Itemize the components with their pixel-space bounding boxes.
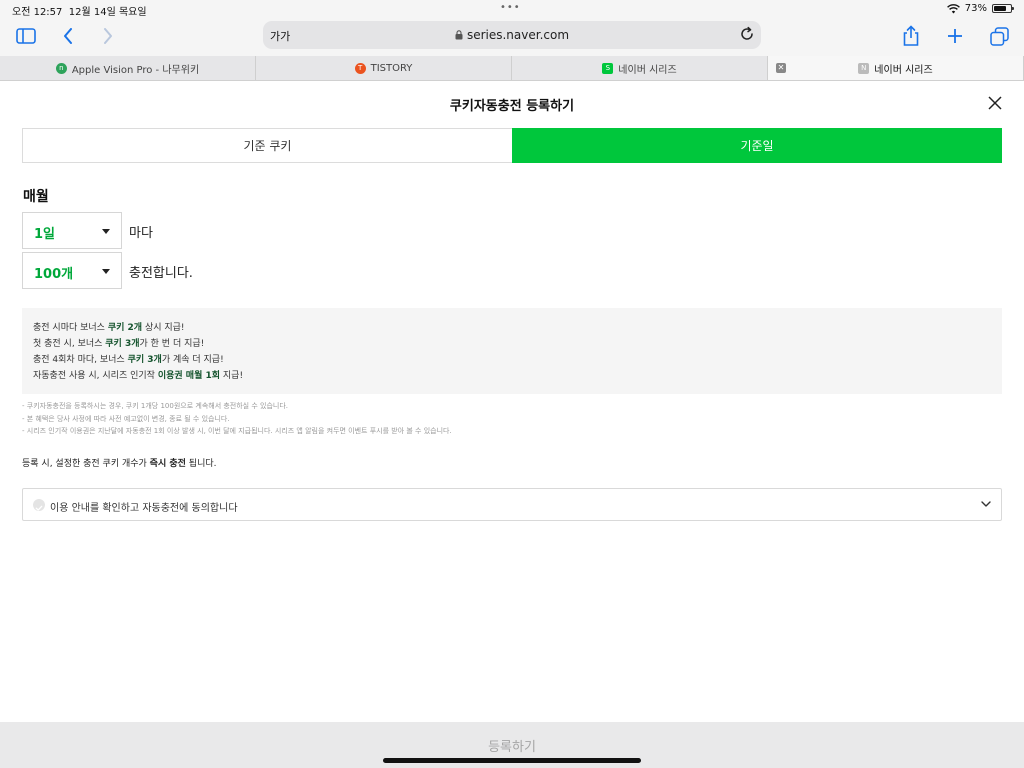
browser-toolbar: 가가 series.naver.com [0,18,1024,56]
lock-icon [455,30,463,40]
tab-title: 네이버 시리즈 [874,64,933,76]
battery-icon [992,4,1014,13]
tab-title: 네이버 시리즈 [618,64,677,76]
forward-icon[interactable] [96,24,120,48]
tistory-icon: T [354,62,366,74]
home-indicator[interactable] [383,758,641,763]
battery-percent: 73% [964,3,987,14]
battery-fill [994,6,1006,11]
browser-tab-tistory[interactable]: T TISTORY [256,56,512,80]
bottom-bar: 등록하기 [0,722,1024,768]
browser-tab-bar: n Apple Vision Pro - 나무위키 T TISTORY S 네이… [0,56,1024,81]
url-text: series.naver.com [466,28,570,42]
bonus-info-line: 충전 4회차 마다, 보너스 쿠키 3개가 계속 더 지급! [33,355,224,365]
tab-overview-icon[interactable] [987,24,1011,48]
close-tab-icon[interactable]: ✕ [776,63,786,73]
browser-tab-naver-series[interactable]: S 네이버 시리즈 [512,56,768,80]
tab-title: TISTORY [370,62,413,74]
wifi-icon [946,3,960,13]
bonus-info-box: 충전 시마다 보너스 쿠키 2개 상시 지급! 첫 충전 시, 보너스 쿠키 3… [22,308,1002,394]
browser-tab-namuwiki[interactable]: n Apple Vision Pro - 나무위키 [0,56,256,80]
status-right: 73% [946,3,1014,14]
agree-checkbox[interactable] [33,499,45,511]
day-select-value: 1일 [34,227,56,242]
register-button[interactable]: 등록하기 [0,736,1024,755]
modal-title: 쿠키자동충전 등록하기 [449,99,575,114]
naver-series-icon: S [602,62,614,74]
day-select-suffix: 마다 [129,226,153,241]
naver-series-icon: N [858,62,870,74]
agree-label: 이용 안내를 확인하고 자동충전에 동의합니다 [50,503,238,514]
notice-item: - 시리즈 인기작 이용권은 지난달에 자동충전 1회 이상 발생 시, 이번 … [22,427,452,435]
multitasking-dots[interactable]: ••• [500,2,521,13]
charge-mode-tabs: 기준 쿠키 기준일 [22,128,1002,163]
caret-down-icon [102,269,110,274]
chevron-down-icon[interactable] [981,501,991,508]
status-time: 오전 12:57 12월 14일 목요일 [12,7,147,18]
amount-select-value: 100개 [34,267,74,282]
namuwiki-icon: n [55,62,67,74]
new-tab-icon[interactable] [943,24,967,48]
sidebar-toggle-icon[interactable] [14,24,38,48]
bonus-info-line: 충전 시마다 보너스 쿠키 2개 상시 지급! [33,323,185,333]
amount-select[interactable]: 100개 [22,252,122,289]
back-icon[interactable] [56,24,80,48]
instant-charge-notice: 등록 시, 설정한 충전 쿠키 개수가 즉시 충전 됩니다. [22,459,217,469]
status-bar: 오전 12:57 12월 14일 목요일 ••• 73% [0,0,1024,18]
tab-date-based[interactable]: 기준일 [512,128,1002,163]
browser-tab-naver-series-active[interactable]: ✕ N 네이버 시리즈 [768,56,1024,80]
day-select[interactable]: 1일 [22,212,122,249]
share-icon[interactable] [899,24,923,48]
url-display[interactable]: series.naver.com [263,28,761,42]
bonus-info-line: 자동충전 사용 시, 시리즈 인기작 이용권 매월 1회 지급! [33,371,244,381]
section-label-monthly: 매월 [23,189,49,205]
tab-title: Apple Vision Pro - 나무위키 [71,64,200,76]
close-icon[interactable] [986,94,1004,112]
notice-item: - 쿠키자동충전을 등록하시는 경우, 쿠키 1개당 100원으로 계속해서 충… [22,402,289,410]
check-icon [35,505,43,511]
tab-cookie-based[interactable]: 기준 쿠키 [22,128,512,163]
notice-item: - 본 혜택은 당사 사정에 따라 사전 예고없이 변경, 종료 될 수 있습니… [22,414,230,423]
amount-select-suffix: 충전합니다. [129,266,193,281]
bonus-info-line: 첫 충전 시, 보너스 쿠키 3개가 한 번 더 지급! [33,339,205,349]
notice-list: - 쿠키자동충전을 등록하시는 경우, 쿠키 1개당 100원으로 계속해서 충… [22,400,452,438]
agreement-toggle[interactable]: 이용 안내를 확인하고 자동충전에 동의합니다 [22,488,1002,521]
caret-down-icon [102,229,110,234]
reload-icon[interactable] [739,26,755,42]
address-bar[interactable]: 가가 series.naver.com [263,21,761,49]
